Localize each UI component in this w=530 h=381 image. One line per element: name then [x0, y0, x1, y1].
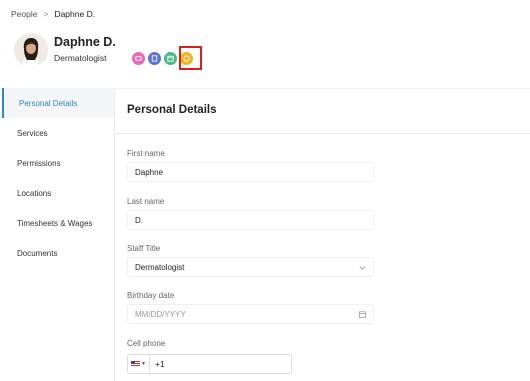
profile-name: Daphne D. [54, 35, 116, 49]
breadcrumb-separator: > [43, 9, 49, 19]
chevron-down-icon [359, 266, 366, 270]
sidebar: Personal Details Services Permissions Lo… [0, 88, 115, 381]
cell-phone-field[interactable]: ▼ +1 [127, 354, 292, 374]
list-badge-icon[interactable] [148, 52, 161, 65]
sidebar-item-services[interactable]: Services [0, 118, 114, 148]
ipg-badge-icon[interactable] [132, 52, 145, 65]
last-name-field[interactable]: D. [127, 210, 374, 230]
birthday-field[interactable]: MM/DD/YYYY [127, 304, 374, 324]
cell-phone-label: Cell phone [127, 339, 166, 348]
sidebar-item-personal-details[interactable]: Personal Details [2, 88, 114, 118]
sidebar-item-locations[interactable]: Locations [0, 178, 114, 208]
phone-code: +1 [155, 359, 165, 369]
caret-down-icon: ▼ [141, 361, 146, 367]
us-flag-icon [131, 361, 141, 367]
calendar-badge-icon[interactable] [164, 52, 177, 65]
country-selector[interactable]: ▼ [128, 355, 150, 373]
badge-highlight-frame [179, 46, 202, 70]
sidebar-item-timesheets-wages[interactable]: Timesheets & Wages [0, 208, 114, 238]
content-header: Personal Details [115, 88, 530, 134]
calendar-icon[interactable] [358, 310, 367, 319]
staff-title-value: Dermatologist [135, 262, 185, 272]
sidebar-item-documents[interactable]: Documents [0, 238, 114, 268]
last-name-label: Last name [127, 197, 165, 206]
page-title: Personal Details [127, 104, 217, 116]
breadcrumb-people-link[interactable]: People [11, 9, 37, 19]
birthday-label: Birthday date [127, 291, 175, 300]
first-name-field[interactable]: Daphne [127, 162, 374, 182]
avatar [14, 33, 48, 67]
first-name-label: First name [127, 149, 165, 158]
breadcrumb-current: Daphne D. [54, 9, 96, 19]
staff-title-label: Staff Title [127, 244, 161, 253]
sidebar-item-permissions[interactable]: Permissions [0, 148, 114, 178]
profile-title: Dermatologist [54, 53, 107, 63]
breadcrumb: People > Daphne D. [11, 9, 95, 19]
staff-title-select[interactable]: Dermatologist [127, 257, 374, 277]
birthday-placeholder: MM/DD/YYYY [135, 309, 186, 319]
